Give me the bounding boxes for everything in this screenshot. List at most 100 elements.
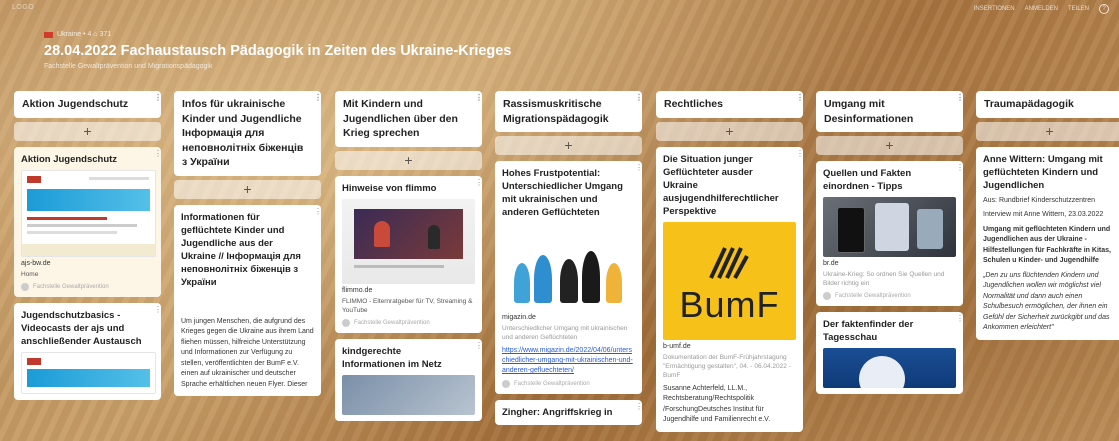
link-preview-image[interactable]: [21, 351, 156, 394]
link-preview-image[interactable]: [502, 223, 635, 311]
post-title: Jugendschutzbasics - Videocasts der ajs …: [21, 309, 142, 347]
bumf-logo-icon: [709, 246, 749, 279]
column-header[interactable]: Mit Kindern und Jugendlichen über den Kr…: [335, 91, 483, 147]
link-preview-image[interactable]: [823, 348, 956, 388]
add-post-button[interactable]: +: [656, 121, 803, 141]
author-name: Fachstelle Gewaltprävention: [33, 283, 109, 290]
text-line: [354, 264, 444, 268]
add-post-button[interactable]: +: [174, 179, 321, 199]
person-figure: [374, 220, 390, 247]
more-icon[interactable]: ⋮: [635, 164, 642, 177]
link-preview-image[interactable]: [342, 198, 475, 284]
hero-banner: [27, 188, 150, 211]
post-card[interactable]: Die Situation junger Geflüchteter ausder…: [656, 146, 803, 432]
column-krieg-sprechen: Mit Kindern und Jugendlichen über den Kr…: [335, 91, 483, 421]
add-post-button[interactable]: +: [976, 121, 1119, 141]
more-icon[interactable]: ⋮: [475, 178, 482, 192]
more-icon[interactable]: ⋮: [635, 94, 643, 107]
avatar: [342, 318, 350, 327]
post-title: kindgerechte Informationen im Netz: [342, 345, 442, 370]
link-preview-image[interactable]: [823, 197, 956, 257]
more-icon[interactable]: ⋮: [635, 403, 642, 416]
phone-figure: [837, 207, 865, 253]
column-title: Umgang mit Desinformationen: [824, 98, 914, 125]
more-icon[interactable]: ⋮: [796, 149, 803, 163]
more-icon[interactable]: ⋮: [796, 94, 804, 107]
more-icon[interactable]: ⋮: [956, 94, 964, 107]
link-domain[interactable]: ajs-bw.de: [21, 260, 154, 267]
link-domain[interactable]: b-umf.de: [663, 343, 796, 350]
more-icon[interactable]: ⋮: [154, 94, 162, 107]
post-author: Fachstelle Gewaltprävention: [21, 282, 154, 291]
more-icon[interactable]: ⋮: [314, 207, 321, 221]
post-title: Hinweise von flimmo: [342, 182, 437, 194]
more-icon[interactable]: ⋮: [154, 149, 161, 163]
nav-login[interactable]: ANMELDEN: [1025, 6, 1058, 12]
column-header[interactable]: Infos für ukrainische Kinder und Jugendl…: [174, 91, 322, 176]
post-card[interactable]: Hinweise von flimmo ⋮ flimmo.de FLIMMO -…: [335, 175, 482, 333]
post-card[interactable]: Anne Wittern: Umgang mit geflüchteten Ki…: [976, 146, 1119, 340]
video-stage: [354, 208, 463, 259]
link-preview-image[interactable]: [342, 374, 475, 415]
post-card[interactable]: Quellen und Fakten einordnen - Tipps ⋮ b…: [816, 161, 963, 306]
column-title: Rechtliches: [664, 98, 723, 110]
column-header[interactable]: Umgang mit Desinformationen ⋮: [816, 91, 964, 132]
avatar: [823, 292, 831, 300]
post-card[interactable]: Aktion Jugendschutz ⋮ ajs-bw.de Home Fac…: [14, 146, 161, 297]
post-body: Um jungen Menschen, die aufgrund des Kri…: [181, 317, 314, 388]
post-card[interactable]: Zingher: Angriffskrieg in ⋮: [495, 400, 642, 425]
post-card[interactable]: kindgerechte Informationen im Netz ⋮: [335, 338, 482, 421]
post-author: Fachstelle Gewaltprävention: [342, 318, 475, 327]
column-rechtliches: Rechtliches ⋮ + Die Situation junger Gef…: [656, 91, 804, 432]
add-post-button[interactable]: +: [335, 150, 482, 170]
column-header[interactable]: Traumapädagogik ⋮: [976, 91, 1119, 118]
more-icon[interactable]: ⋮: [314, 94, 322, 107]
post-title: Aktion Jugendschutz: [21, 153, 118, 165]
app-logo[interactable]: LOGO: [12, 4, 34, 11]
post-card[interactable]: Jugendschutzbasics - Videocasts der ajs …: [14, 302, 161, 400]
avatar: [21, 282, 29, 291]
link-preview-image[interactable]: BumF: [663, 221, 796, 340]
column-header[interactable]: Rechtliches ⋮: [656, 91, 804, 118]
more-icon[interactable]: ⋮: [956, 315, 963, 328]
text-line: [27, 230, 117, 234]
post-link[interactable]: https://www.migazin.de/2022/04/06/unters…: [502, 346, 635, 376]
more-icon[interactable]: ⋮: [475, 341, 482, 355]
breadcrumb-text[interactable]: Ukraine • 4 ⌂ 371: [57, 31, 111, 38]
pawn-figure: [514, 263, 530, 303]
text-line: [27, 216, 107, 220]
board-title: 28.04.2022 Fachaustausch Pädagogik in Ze…: [44, 43, 512, 59]
nav-share[interactable]: TEILEN: [1068, 6, 1089, 12]
help-icon[interactable]: ?: [1099, 4, 1109, 14]
link-description: Unterschiedlicher Umgang mit ukrainische…: [502, 325, 628, 341]
add-post-button[interactable]: +: [495, 136, 642, 155]
post-card[interactable]: Der faktenfinder der Tagesschau ⋮: [816, 312, 963, 394]
more-icon[interactable]: ⋮: [956, 164, 963, 177]
post-quote: „Den zu uns flüchtenden Kindern und Juge…: [983, 271, 1110, 332]
add-post-button[interactable]: +: [816, 136, 963, 155]
phone-figure: [875, 203, 909, 251]
link-domain[interactable]: migazin.de: [502, 314, 635, 321]
ajs-logo: [27, 175, 41, 183]
column-header[interactable]: Aktion Jugendschutz ⋮: [14, 91, 162, 118]
link-domain[interactable]: flimmo.de: [342, 287, 475, 294]
post-card[interactable]: Informationen für geflüchtete Kinder und…: [174, 204, 321, 396]
column-infos-ukraine: Infos für ukrainische Kinder und Jugendl…: [174, 91, 322, 396]
more-icon[interactable]: ⋮: [154, 305, 161, 319]
author-name: Fachstelle Gewaltprävention: [514, 381, 590, 387]
link-domain[interactable]: br.de: [823, 260, 956, 267]
column-title: Mit Kindern und Jugendlichen über den Kr…: [343, 98, 458, 139]
link-preview-image[interactable]: [21, 169, 156, 257]
bumf-logo-text: BumF: [679, 283, 780, 325]
add-post-button[interactable]: +: [14, 121, 161, 141]
column-header[interactable]: Rassismuskritische Migrationspädagogik ⋮: [495, 91, 643, 132]
more-icon[interactable]: ⋮: [475, 94, 483, 107]
post-card[interactable]: Hohes Frustpotential: Unterschiedlicher …: [495, 161, 642, 394]
breadcrumb: Ukraine • 4 ⌂ 371: [44, 31, 111, 38]
column-rassismuskritisch: Rassismuskritische Migrationspädagogik ⋮…: [495, 91, 643, 425]
column-title: Traumapädagogik: [984, 98, 1074, 110]
link-label: Home: [21, 270, 39, 278]
hero-banner: [27, 368, 150, 387]
pawn-figure: [582, 251, 600, 303]
nav-insertions[interactable]: INSERTIONEN: [974, 6, 1015, 12]
